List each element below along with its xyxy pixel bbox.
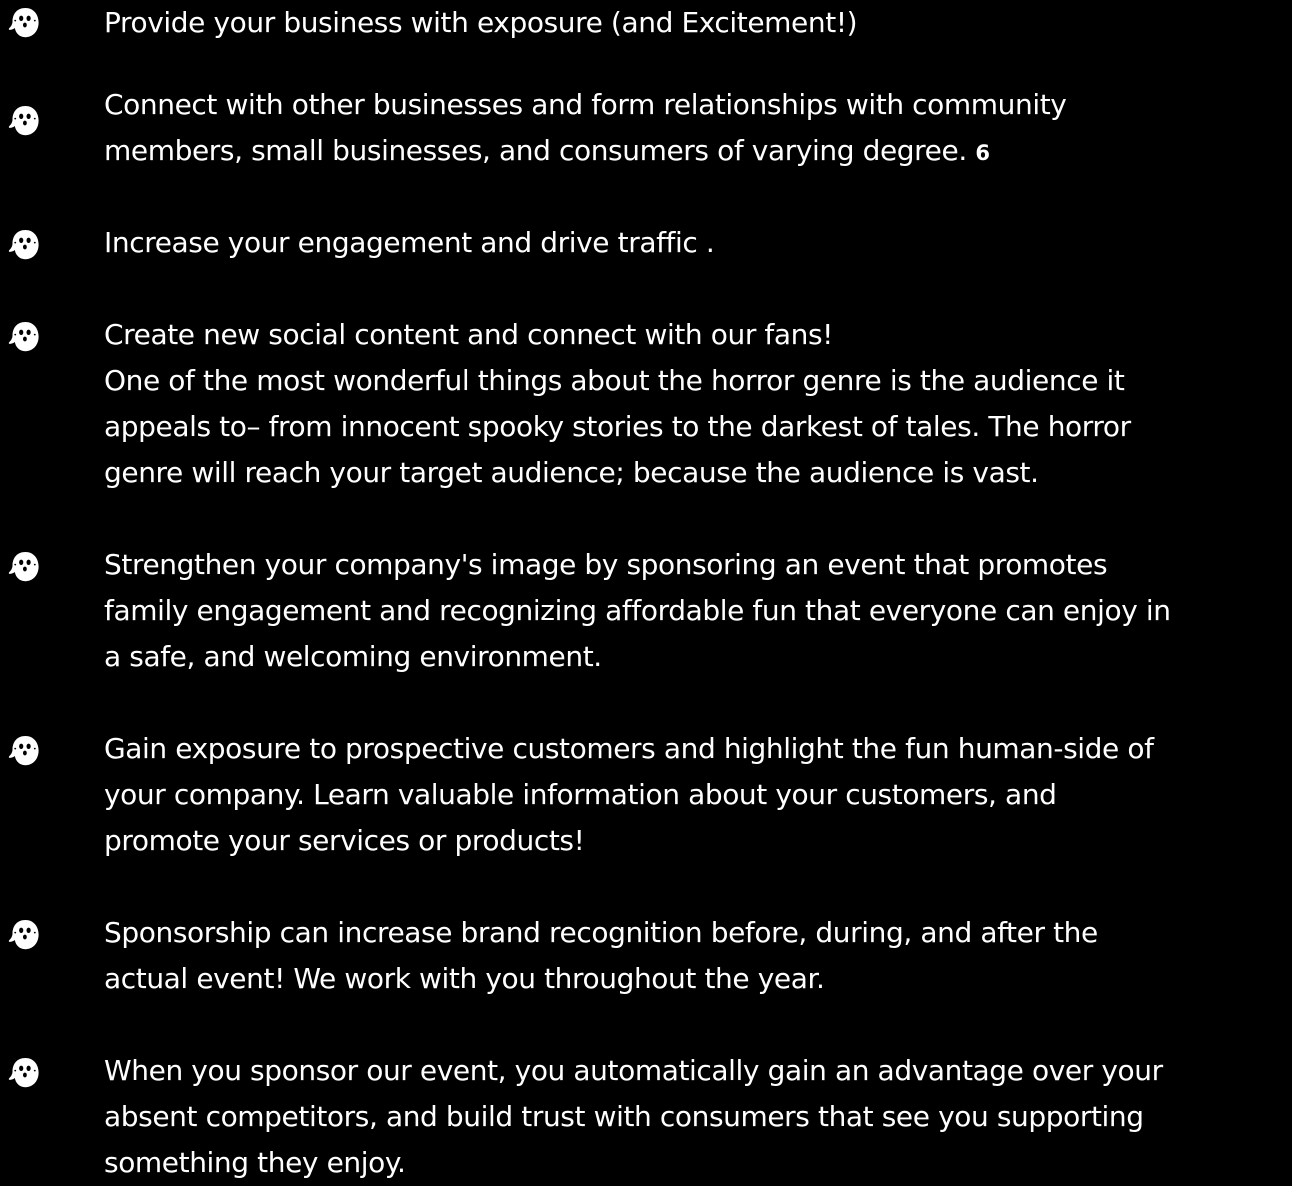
list-item-line: One of the most wonderful things about t… bbox=[104, 364, 1125, 397]
list-item-text: Strengthen your company's image by spons… bbox=[104, 542, 1288, 680]
ghost-icon bbox=[7, 320, 44, 354]
list-item-line: Provide your business with exposure (and… bbox=[104, 6, 858, 39]
list-item-line: Strengthen your company's image by spons… bbox=[104, 548, 1108, 581]
list-item-line: a safe, and welcoming environment. bbox=[104, 640, 602, 673]
ghost-icon bbox=[7, 550, 44, 584]
ghost-icon bbox=[7, 1056, 44, 1090]
list-item-line: Increase your engagement and drive traff… bbox=[104, 226, 715, 259]
list-item-line: Create new social content and connect wi… bbox=[104, 318, 834, 351]
list-item-line: Sponsorship can increase brand recogniti… bbox=[104, 916, 1098, 949]
list-item-text: Connect with other businesses and form r… bbox=[104, 82, 1288, 174]
ghost-icon bbox=[7, 918, 44, 952]
list-item-text: Increase your engagement and drive traff… bbox=[104, 220, 1288, 266]
list-item-text: Sponsorship can increase brand recogniti… bbox=[104, 910, 1288, 1002]
list-item-text: When you sponsor our event, you automati… bbox=[104, 1048, 1288, 1186]
ghost-icon bbox=[7, 228, 44, 262]
list-item-line: Connect with other businesses and form r… bbox=[104, 88, 1067, 121]
ghost-icon bbox=[7, 734, 44, 768]
footnote-reference: 6 bbox=[975, 141, 990, 165]
list-item-line: members, small businesses, and consumers… bbox=[104, 134, 990, 167]
list-item-text: Provide your business with exposure (and… bbox=[104, 0, 1288, 46]
list-item-text: Create new social content and connect wi… bbox=[104, 312, 1288, 496]
ghost-icon bbox=[7, 6, 44, 40]
list-item-line: promote your services or products! bbox=[104, 824, 585, 857]
list-item-line: your company. Learn valuable information… bbox=[104, 778, 1057, 811]
ghost-icon bbox=[7, 104, 44, 138]
list-item-line: actual event! We work with you throughou… bbox=[104, 962, 825, 995]
list-item-line: When you sponsor our event, you automati… bbox=[104, 1054, 1163, 1087]
list-item-line: genre will reach your target audience; b… bbox=[104, 456, 1039, 489]
list-item-line: appeals to– from innocent spooky stories… bbox=[104, 410, 1131, 443]
list-item-line: absent competitors, and build trust with… bbox=[104, 1100, 1144, 1133]
list-item-line: family engagement and recognizing afford… bbox=[104, 594, 1171, 627]
list-item-text: Gain exposure to prospective customers a… bbox=[104, 726, 1288, 864]
list-item-line: Gain exposure to prospective customers a… bbox=[104, 732, 1154, 765]
list-item-line: something they enjoy. bbox=[104, 1146, 406, 1179]
